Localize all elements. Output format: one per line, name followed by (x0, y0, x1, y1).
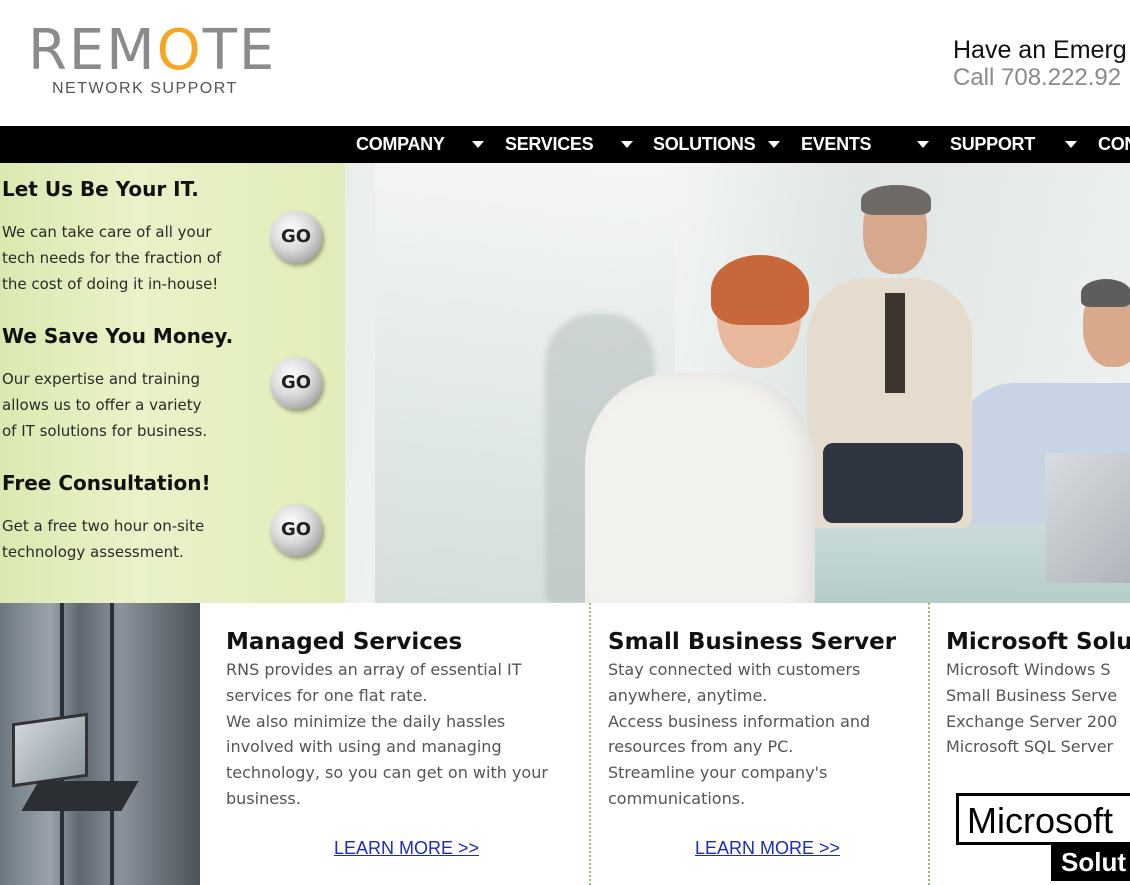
service-title: Managed Services (226, 629, 463, 655)
column-divider (928, 603, 930, 885)
microsoft-solutions-logo: Microsoft Solut (956, 793, 1130, 885)
logo-subtitle: NETWORK SUPPORT (52, 80, 238, 97)
promo-text: We can take care of all your tech needs … (2, 223, 222, 293)
nav-solutions[interactable]: SOLUTIONS (653, 126, 756, 163)
hero-photo-business-team (345, 163, 1130, 603)
laptop-icon (12, 712, 88, 788)
promo-title: Let Us Be Your IT. (2, 177, 199, 201)
service-description: Stay connected with customers anywhere, … (608, 660, 871, 808)
emergency-contact: Have an Emerg Call 708.222.92 (953, 36, 1127, 92)
promo-we-save-you-money: We Save You Money. Our expertise and tra… (0, 310, 345, 456)
main-nav: COMPANY SERVICES SOLUTIONS EVENTS SUPPOR… (0, 126, 1130, 163)
promo-column: Let Us Be Your IT. We can take care of a… (0, 163, 345, 603)
remote-network-support-logo[interactable]: REMOTE NETWORK SUPPORT (28, 22, 278, 102)
nav-events[interactable]: EVENTS (801, 126, 872, 163)
site-header: REMOTE NETWORK SUPPORT Have an Emerg Cal… (0, 0, 1130, 126)
nav-contact[interactable]: CON (1098, 126, 1130, 163)
learn-more-link[interactable]: LEARN MORE >> (695, 838, 840, 859)
service-small-business-server: Small Business Server Stay connected wit… (608, 603, 926, 885)
service-managed-services: Managed Services RNS provides an array o… (226, 603, 586, 885)
server-rack-image (0, 603, 215, 885)
nav-support[interactable]: SUPPORT (950, 126, 1035, 163)
service-description: Microsoft Windows S Small Business Serve… (946, 660, 1118, 757)
emergency-phone[interactable]: Call 708.222.92 (953, 64, 1127, 92)
promo-text: Our expertise and training allows us to … (2, 370, 208, 440)
services-section: Managed Services RNS provides an array o… (0, 603, 1130, 885)
column-divider (589, 603, 591, 885)
nav-services[interactable]: SERVICES (505, 126, 594, 163)
promo-title: We Save You Money. (2, 324, 234, 348)
promo-text: Get a free two hour on-site technology a… (2, 517, 205, 561)
nav-company[interactable]: COMPANY (356, 126, 445, 163)
microsoft-wordmark: Microsoft (967, 800, 1114, 841)
go-button[interactable]: GO (270, 504, 322, 556)
service-description: RNS provides an array of essential IT se… (226, 660, 548, 808)
logo-wordmark: REMOTE (28, 18, 277, 83)
go-button[interactable]: GO (270, 211, 322, 263)
emergency-headline: Have an Emerg (953, 36, 1127, 64)
service-title: Microsoft Solu (946, 629, 1130, 655)
learn-more-link[interactable]: LEARN MORE >> (334, 838, 479, 859)
go-button[interactable]: GO (270, 357, 322, 409)
promo-free-consultation: Free Consultation! Get a free two hour o… (0, 457, 345, 603)
service-title: Small Business Server (608, 629, 897, 655)
solutions-wordmark: Solut (1061, 847, 1126, 877)
chevron-down-icon[interactable] (917, 141, 929, 148)
logo-clock-o: O (156, 18, 203, 83)
chevron-down-icon[interactable] (472, 141, 484, 148)
chevron-down-icon[interactable] (621, 141, 633, 148)
promo-title: Free Consultation! (2, 471, 211, 495)
chevron-down-icon[interactable] (768, 141, 780, 148)
promo-let-us-be-your-it: Let Us Be Your IT. We can take care of a… (0, 163, 345, 309)
chevron-down-icon[interactable] (1065, 141, 1077, 148)
